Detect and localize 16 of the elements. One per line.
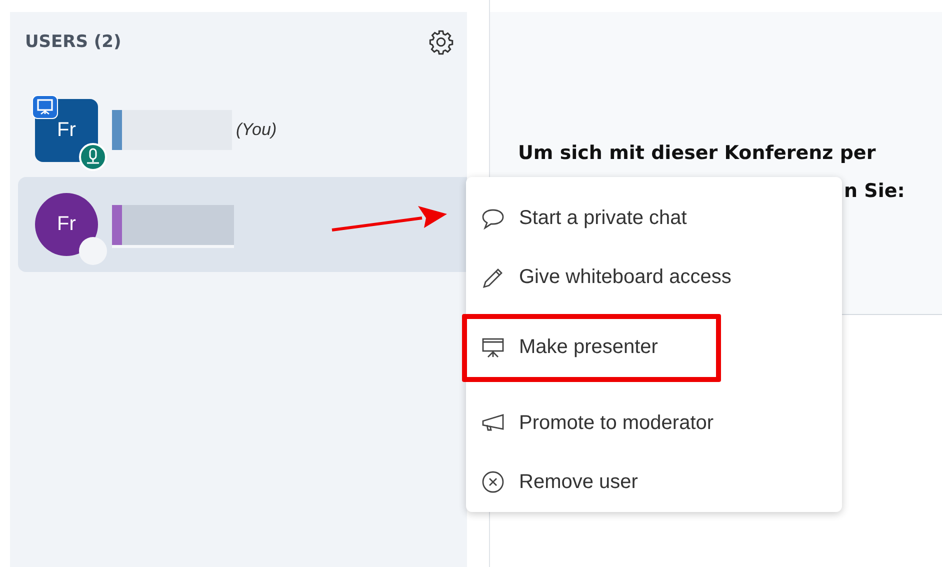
menu-item[interactable]: Give whiteboard access [466, 262, 746, 293]
instruction-text: Um sich mit dieser Konferenz per [518, 141, 877, 166]
settings-icon[interactable] [428, 29, 454, 55]
user-row[interactable]: Fr (You) [18, 86, 467, 174]
user-avatar: Fr [35, 193, 98, 256]
speech-bubble-icon [481, 208, 505, 230]
you-label: (You) [236, 120, 277, 140]
instruction-text: n Sie: [843, 179, 906, 204]
panel-title: USERS (2) [25, 32, 122, 52]
close-circle-icon [481, 470, 505, 494]
menu-item[interactable]: Start a private chat [466, 204, 702, 234]
menu-item[interactable]: Remove user [466, 467, 653, 498]
presentation-screen-icon [481, 336, 505, 359]
menu-item[interactable]: Promote to moderator [466, 408, 729, 438]
user-row[interactable]: Fr [18, 177, 467, 272]
menu-item[interactable]: Make presenter [462, 314, 721, 382]
